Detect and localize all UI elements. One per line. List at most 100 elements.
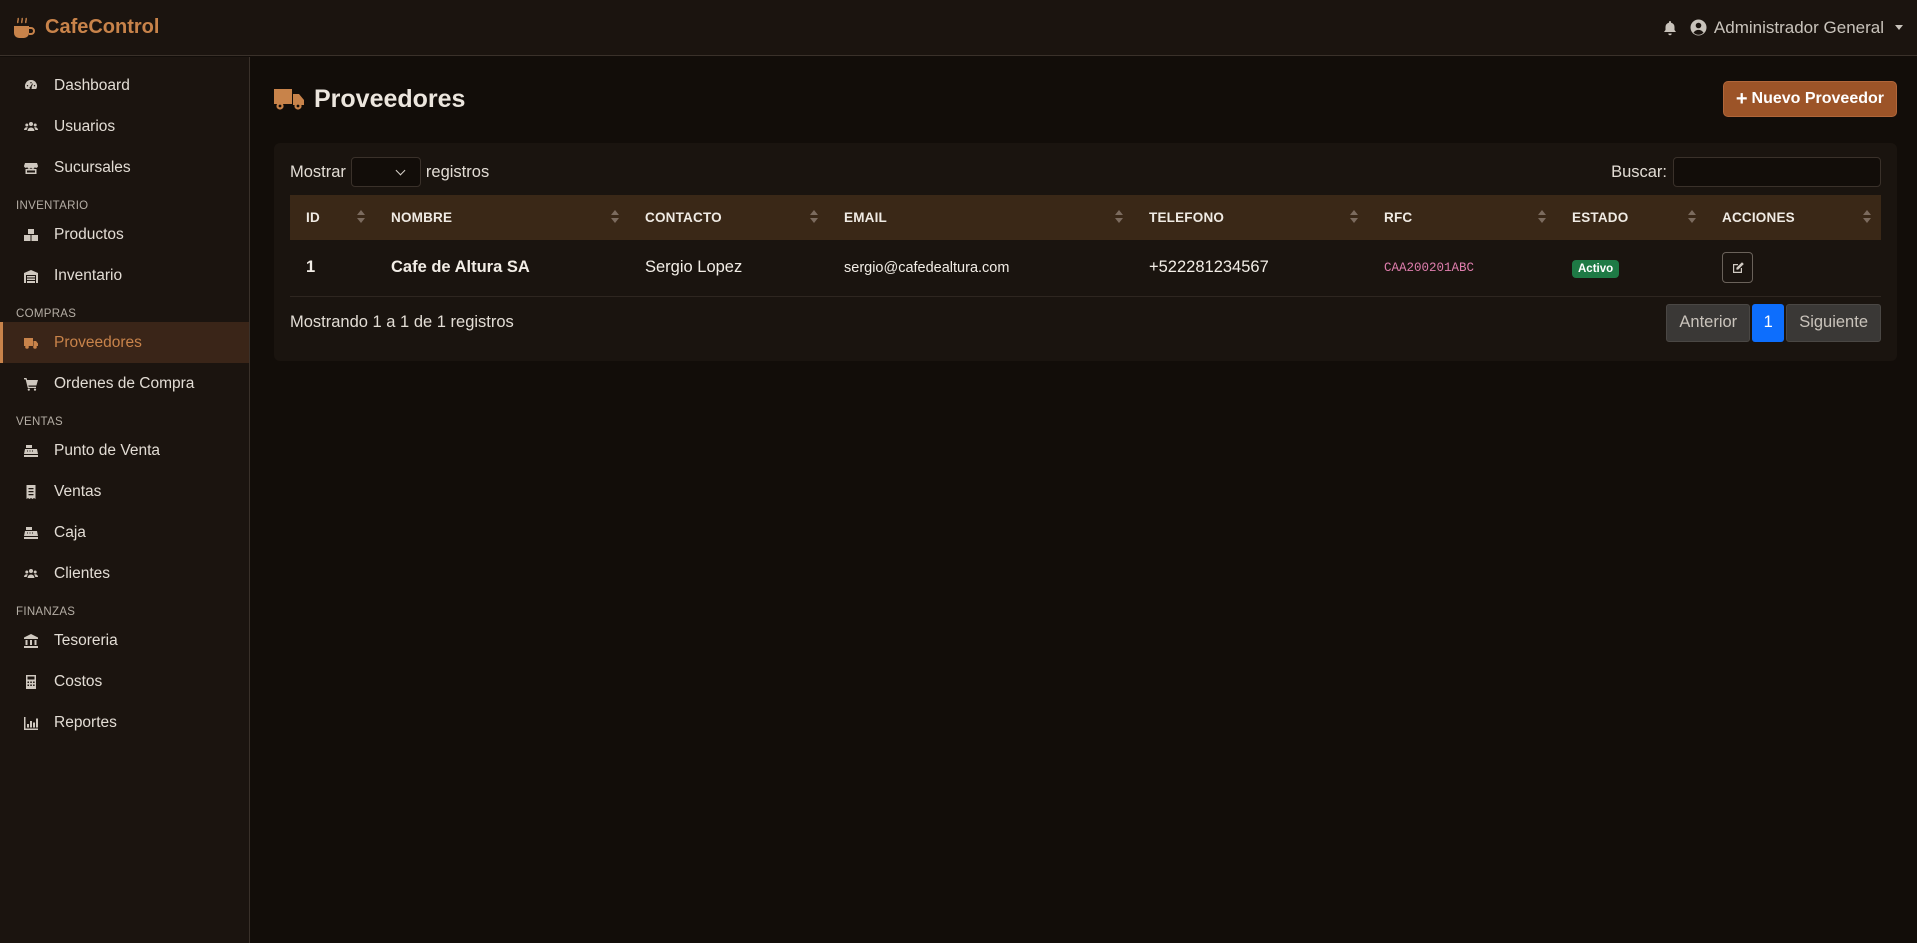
chart-bar-icon	[24, 716, 38, 730]
sidebar-item-dashboard[interactable]: Dashboard	[0, 65, 249, 106]
sidebar-item-label: Proveedores	[54, 333, 142, 351]
column-header-rfc[interactable]: RFC	[1368, 195, 1556, 240]
pagination: Anterior 1 Siguiente	[1666, 303, 1881, 342]
column-header-telefono[interactable]: TELEFONO	[1133, 195, 1368, 240]
sidebar-section-compras: COMPRAS	[16, 308, 77, 320]
sidebar-item-label: Dashboard	[54, 76, 130, 94]
main-content: Proveedores + Nuevo Proveedor Mostrar re…	[274, 57, 1897, 361]
next-page-button[interactable]: Siguiente	[1786, 303, 1881, 342]
cell-telefono: +522281234567	[1149, 258, 1269, 277]
sort-icon	[1688, 210, 1696, 224]
sidebar: Dashboard Usuarios Sucursales INVENTARIO…	[0, 57, 250, 943]
show-label: Mostrar	[290, 162, 346, 181]
sort-icon	[1538, 210, 1546, 224]
previous-page-button[interactable]: Anterior	[1666, 303, 1751, 342]
sidebar-item-label: Tesoreria	[54, 631, 118, 649]
cell-acciones	[1706, 240, 1881, 296]
sort-icon	[357, 210, 365, 224]
boxes-icon	[24, 228, 38, 242]
sidebar-item-ventas[interactable]: Ventas	[0, 471, 249, 512]
cash-register-icon	[24, 526, 38, 540]
cell-contacto: Sergio Lopez	[645, 258, 743, 277]
sidebar-item-reportes[interactable]: Reportes	[0, 702, 249, 743]
sidebar-item-label: Sucursales	[54, 158, 131, 176]
truck-icon	[24, 336, 38, 350]
page-title-text: Proveedores	[314, 84, 466, 113]
user-circle-icon	[1690, 19, 1707, 36]
table-info: Mostrando 1 a 1 de 1 registros	[290, 313, 514, 331]
tachometer-icon	[24, 79, 38, 93]
sidebar-item-label: Ordenes de Compra	[54, 374, 195, 392]
brand[interactable]: CafeControl	[11, 15, 159, 41]
sidebar-section-finanzas: FINANZAS	[16, 606, 76, 618]
sidebar-item-caja[interactable]: Caja	[0, 512, 249, 553]
cell-id: 1	[306, 258, 316, 277]
records-label: registros	[425, 162, 490, 181]
providers-card: Mostrar registros Buscar: ID NOMBRE CONT…	[274, 143, 1897, 361]
column-header-acciones[interactable]: ACCIONES	[1706, 195, 1881, 240]
sidebar-item-proveedores[interactable]: Proveedores	[0, 322, 249, 363]
sort-icon	[611, 210, 619, 224]
sidebar-item-tesoreria[interactable]: Tesoreria	[0, 620, 249, 661]
table-header-row: ID NOMBRE CONTACTO EMAIL TELEFONO RFC ES…	[290, 195, 1881, 240]
search-input[interactable]	[1673, 157, 1881, 187]
cell-rfc: CAA200201ABC	[1384, 260, 1475, 275]
column-header-nombre[interactable]: NOMBRE	[375, 195, 629, 240]
page-length-control: Mostrar registros	[290, 157, 489, 187]
edit-icon	[1732, 261, 1744, 273]
sidebar-item-clientes[interactable]: Clientes	[0, 553, 249, 594]
calculator-icon	[24, 674, 38, 689]
plus-icon: +	[1735, 88, 1748, 110]
coffee-icon	[14, 17, 35, 38]
table-row: 1 Cafe de Altura SA Sergio Lopez sergio@…	[290, 240, 1881, 296]
sidebar-item-label: Ventas	[54, 482, 102, 500]
edit-button[interactable]	[1722, 252, 1753, 284]
cell-email: sergio@cafedealtura.com	[844, 259, 1010, 276]
sidebar-item-inventario[interactable]: Inventario	[0, 255, 249, 296]
column-header-id[interactable]: ID	[290, 195, 375, 240]
sidebar-item-label: Caja	[54, 523, 86, 541]
user-menu[interactable]: Administrador General	[1690, 18, 1903, 38]
top-navbar: CafeControl Administrador General	[0, 0, 1917, 56]
column-header-email[interactable]: EMAIL	[828, 195, 1133, 240]
status-badge: Activo	[1572, 259, 1620, 278]
sidebar-item-punto-de-venta[interactable]: Punto de Venta	[0, 430, 249, 471]
caret-down-icon	[1895, 25, 1903, 30]
sidebar-item-sucursales[interactable]: Sucursales	[0, 147, 249, 188]
sidebar-item-label: Costos	[54, 672, 103, 690]
cell-estado: Activo	[1556, 240, 1706, 296]
sidebar-item-label: Usuarios	[54, 117, 116, 135]
sidebar-section-ventas: VENTAS	[16, 416, 63, 428]
sidebar-item-label: Reportes	[54, 713, 117, 731]
sidebar-item-label: Inventario	[54, 266, 123, 284]
bell-icon[interactable]	[1662, 20, 1678, 36]
bank-icon	[24, 633, 38, 648]
sidebar-section-inventario: INVENTARIO	[16, 200, 89, 212]
search-label: Buscar:	[1611, 162, 1667, 181]
page-title: Proveedores	[274, 85, 465, 114]
sort-icon	[810, 210, 818, 224]
store-icon	[24, 161, 38, 175]
column-header-estado[interactable]: ESTADO	[1556, 195, 1706, 240]
cell-nombre: Cafe de Altura SA	[391, 258, 530, 277]
receipt-icon	[24, 484, 38, 499]
warehouse-icon	[24, 269, 38, 283]
column-header-contacto[interactable]: CONTACTO	[629, 195, 828, 240]
sidebar-item-label: Productos	[54, 225, 124, 243]
truck-icon	[274, 89, 304, 110]
cart-icon	[24, 377, 38, 391]
sidebar-item-label: Punto de Venta	[54, 441, 161, 459]
sidebar-item-costos[interactable]: Costos	[0, 661, 249, 702]
cash-register-icon	[24, 444, 38, 458]
new-provider-button[interactable]: + Nuevo Proveedor	[1722, 81, 1897, 117]
user-name: Administrador General	[1713, 17, 1884, 37]
sidebar-item-usuarios[interactable]: Usuarios	[0, 106, 249, 147]
current-page-button[interactable]: 1	[1752, 303, 1785, 342]
sidebar-item-label: Clientes	[54, 564, 110, 582]
search-control: Buscar:	[1611, 157, 1881, 187]
users-icon	[24, 120, 38, 134]
page-length-select[interactable]	[350, 157, 421, 187]
sort-icon	[1863, 210, 1871, 224]
sidebar-item-ordenes-de-compra[interactable]: Ordenes de Compra	[0, 363, 249, 404]
sidebar-item-productos[interactable]: Productos	[0, 214, 249, 255]
